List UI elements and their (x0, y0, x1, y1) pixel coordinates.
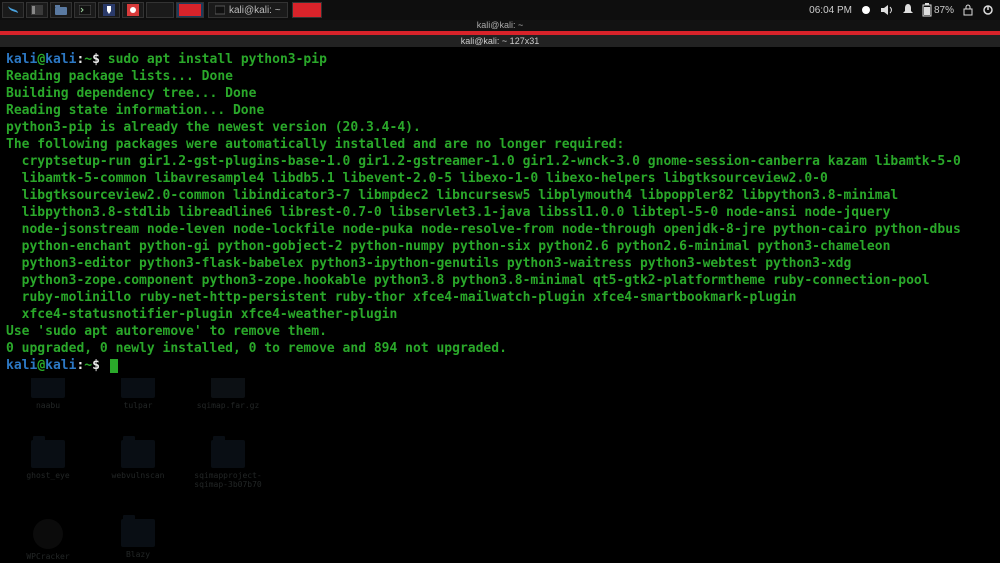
app-icon[interactable] (122, 2, 144, 18)
power-icon[interactable] (982, 4, 994, 16)
terminal-window: kali@kali: ~ 127x31 kali@kali:~$ sudo ap… (0, 31, 1000, 378)
panel-icon[interactable] (26, 2, 48, 18)
terminal-line: libgtksourceview2.0-common libindicator3… (6, 187, 994, 204)
terminal-line: libpython3.8-stdlib libreadline6 librest… (6, 204, 994, 221)
task-recording[interactable] (292, 2, 322, 18)
terminal-line: xfce4-statusnotifier-plugin xfce4-weathe… (6, 306, 994, 323)
task-terminal[interactable]: kali@kali: ~ (208, 2, 288, 18)
lock-icon[interactable] (962, 4, 974, 16)
terminal-line: ruby-molinillo ruby-net-http-persistent … (6, 289, 994, 306)
desktop-folder[interactable]: webvulnscan (108, 440, 168, 489)
window-title: kali@kali: ~ (477, 20, 523, 30)
metasploit-icon[interactable] (98, 2, 120, 18)
app-menu-icon[interactable] (2, 2, 24, 18)
terminal-line: python3-zope.component python3-zope.hook… (6, 272, 994, 289)
terminal-line: The following packages were automaticall… (6, 136, 994, 153)
terminal-line: Building dependency tree... Done (6, 85, 994, 102)
terminal-line: 0 upgraded, 0 newly installed, 0 to remo… (6, 340, 994, 357)
terminal-output: Reading package lists... DoneBuilding de… (6, 68, 994, 357)
workspace-2[interactable] (176, 2, 204, 18)
desktop-app[interactable]: WPCracker (18, 519, 78, 561)
terminal-line: cryptsetup-run gir1.2-gst-plugins-base-1… (6, 153, 994, 170)
prompt-host: kali (45, 52, 76, 67)
prompt-user: kali (6, 52, 37, 67)
desktop-folder[interactable]: ghost_eye (18, 440, 78, 489)
prompt-sep: @ (37, 52, 45, 67)
terminal-line: Reading state information... Done (6, 102, 994, 119)
terminal-line: python3-editor python3-flask-babelex pyt… (6, 255, 994, 272)
desktop-icons: naabu tulpar sqimap.far.gz ghost_eye web… (18, 370, 258, 561)
terminal-line: Use 'sudo apt autoremove' to remove them… (6, 323, 994, 340)
terminal-icon[interactable] (74, 2, 96, 18)
task-label: kali@kali: ~ (229, 5, 281, 16)
record-icon[interactable] (860, 4, 872, 16)
terminal-tab-label: kali@kali: ~ 127x31 (461, 36, 539, 46)
terminal-line: libamtk-5-common libavresample4 libdb5.1… (6, 170, 994, 187)
volume-icon[interactable] (880, 4, 894, 16)
prompt-line-2: kali@kali:~$ (6, 357, 994, 374)
terminal-line: Reading package lists... Done (6, 68, 994, 85)
terminal-line: python-enchant python-gi python-gobject-… (6, 238, 994, 255)
prompt-line: kali@kali:~$ sudo apt install python3-pi… (6, 51, 994, 68)
desktop-folder[interactable]: Blazy (108, 519, 168, 561)
cursor (110, 359, 118, 373)
taskbar: kali@kali: ~ 06:04 PM 87% (0, 0, 1000, 20)
command-text: sudo apt install python3-pip (108, 52, 327, 67)
battery-pct: 87% (934, 5, 954, 16)
taskbar-right: 06:04 PM 87% (809, 3, 1000, 17)
prompt-path: ~ (84, 52, 92, 67)
prompt-dollar: $ (92, 52, 100, 67)
notifications-icon[interactable] (902, 3, 914, 17)
clock[interactable]: 06:04 PM (809, 5, 852, 16)
terminal-line: node-jsonstream node-leven node-lockfile… (6, 221, 994, 238)
terminal-body[interactable]: kali@kali:~$ sudo apt install python3-pi… (0, 47, 1000, 378)
workspace-1[interactable] (146, 2, 174, 18)
window-titlebar[interactable]: kali@kali: ~ (0, 20, 1000, 31)
battery-icon[interactable]: 87% (922, 3, 954, 17)
files-icon[interactable] (50, 2, 72, 18)
terminal-tabbar[interactable]: kali@kali: ~ 127x31 (0, 35, 1000, 47)
terminal-line: python3-pip is already the newest versio… (6, 119, 994, 136)
desktop-folder[interactable]: sqimapproject-sqimap-3b07b70 (198, 440, 258, 489)
taskbar-left: kali@kali: ~ (0, 2, 322, 18)
